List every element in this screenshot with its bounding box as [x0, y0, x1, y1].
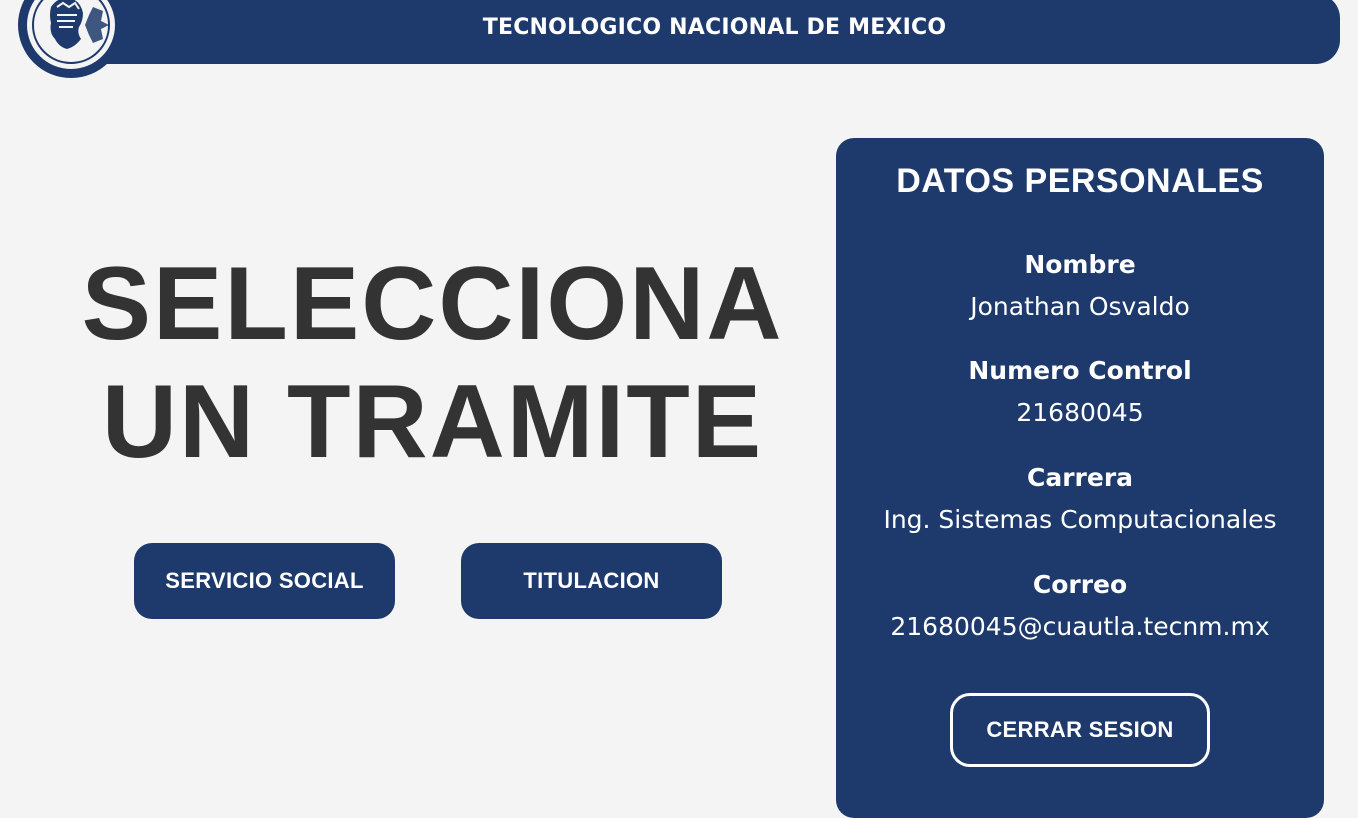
titulacion-button[interactable]: TITULACION	[461, 543, 722, 619]
correo-label: Correo	[1032, 570, 1128, 599]
page-title: SELECCIONA UN TRAMITE	[80, 245, 785, 481]
headline-line-1: SELECCIONA	[81, 246, 784, 362]
numero-control-label: Numero Control	[968, 356, 1192, 385]
carrera-value: Ing. Sistemas Computacionales	[883, 505, 1277, 534]
headline-line-2: UN TRAMITE	[101, 364, 764, 480]
servicio-social-button[interactable]: SERVICIO SOCIAL	[134, 543, 395, 619]
nombre-value: Jonathan Osvaldo	[970, 292, 1190, 321]
panel-title: DATOS PERSONALES	[896, 162, 1264, 200]
nombre-label: Nombre	[1024, 250, 1136, 279]
header-title: TECNOLOGICO NACIONAL DE MEXICO	[482, 15, 947, 40]
numero-control-value: 21680045	[1016, 398, 1144, 427]
personal-data-panel: DATOS PERSONALES Nombre Jonathan Osvaldo…	[836, 138, 1324, 818]
carrera-label: Carrera	[1026, 463, 1134, 492]
logout-button[interactable]: CERRAR SESION	[950, 693, 1210, 767]
institution-logo-icon	[18, 0, 124, 78]
correo-value: 21680045@cuautla.tecnm.mx	[890, 612, 1270, 641]
